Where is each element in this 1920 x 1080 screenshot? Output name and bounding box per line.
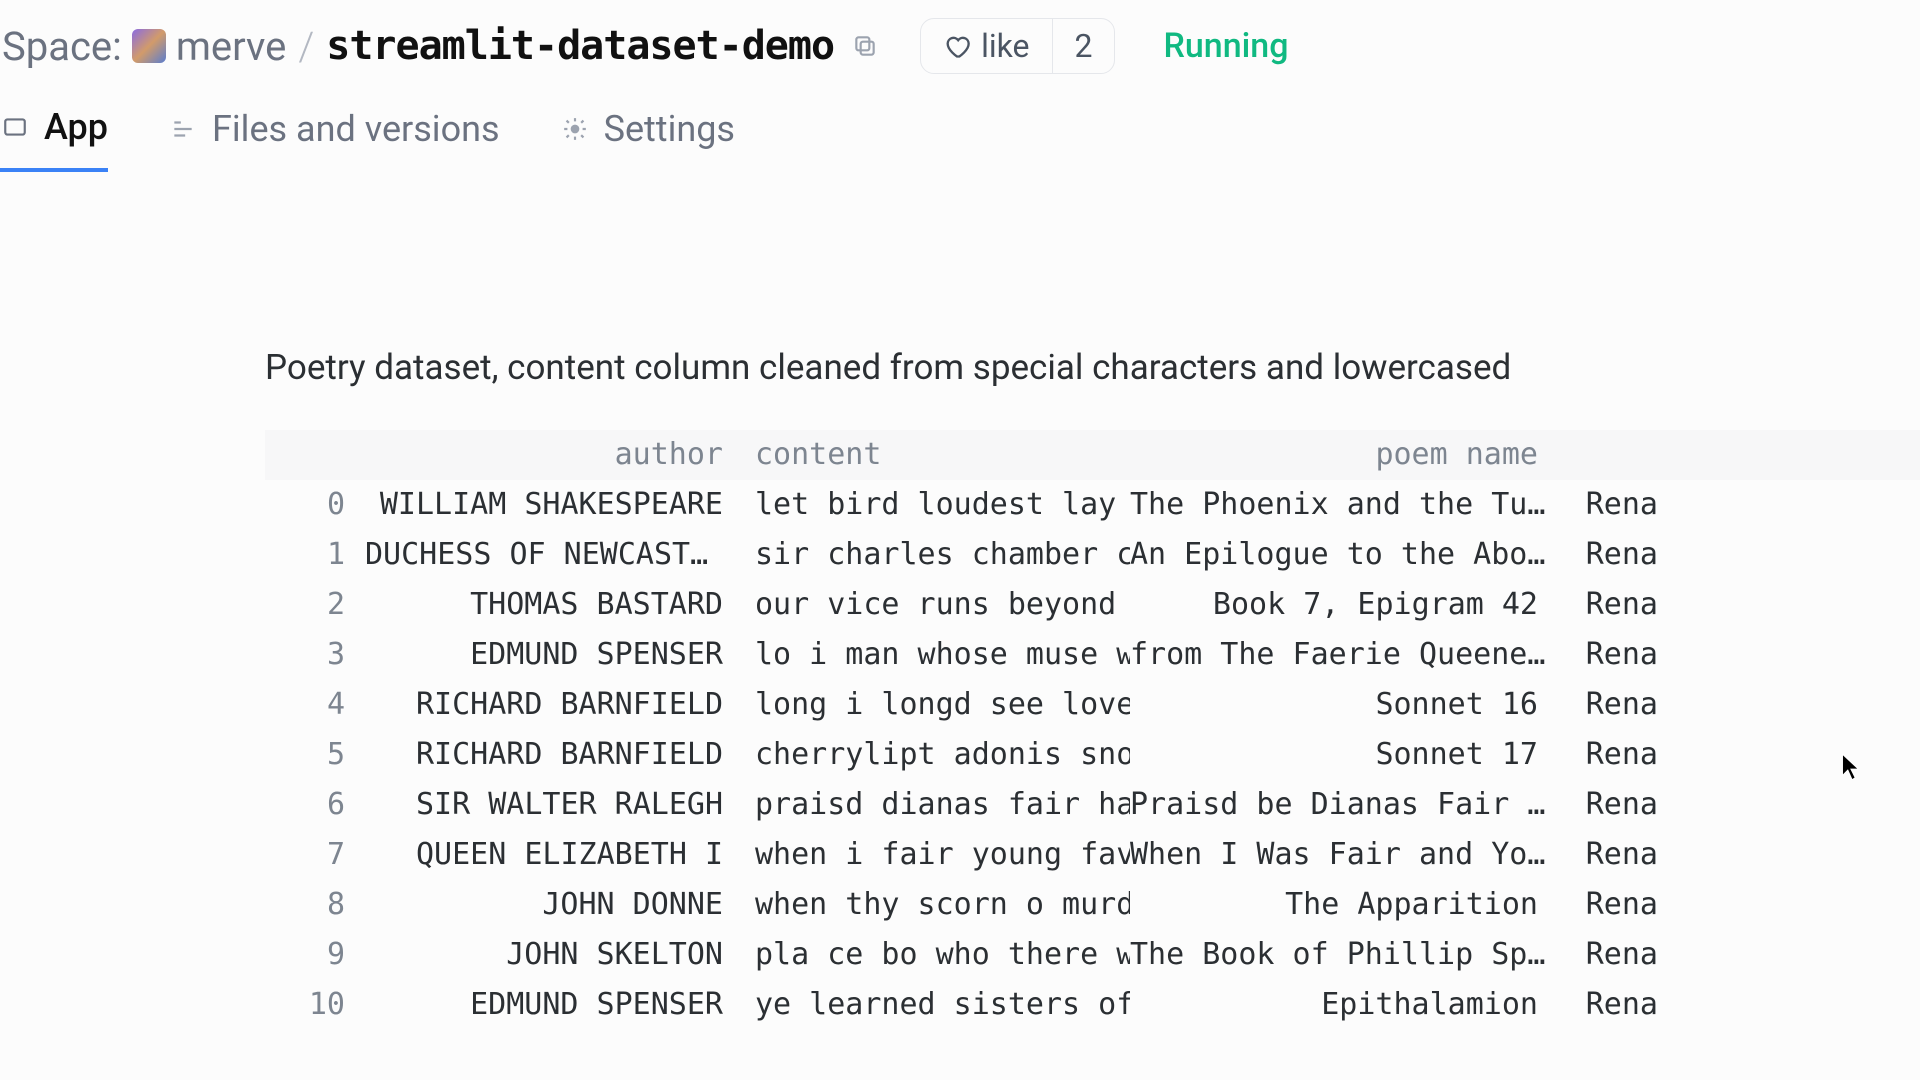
path-separator: /	[296, 23, 316, 70]
cell-author[interactable]: RICHARD BARNFIELD	[365, 730, 735, 780]
cell-content[interactable]: when thy scorn o murdr…	[735, 880, 1130, 930]
col-tail-header	[1550, 430, 1670, 480]
row-index: 1	[265, 530, 365, 580]
row-index: 2	[265, 580, 365, 630]
space-header: Space: merve / streamlit-dataset-demo li…	[0, 0, 1920, 88]
cell-tail[interactable]: Rena	[1550, 480, 1670, 530]
cell-poem[interactable]: An Epilogue to the Abo…	[1130, 530, 1550, 580]
gear-icon	[560, 114, 590, 144]
cell-content[interactable]: sir charles chamber co…	[735, 530, 1130, 580]
table-row[interactable]: 4RICHARD BARNFIELDlong i longd see love …	[265, 680, 1920, 730]
table-row[interactable]: 10EDMUND SPENSERye learned sisters oft…E…	[265, 980, 1920, 1030]
cell-content[interactable]: lo i man whose muse wh…	[735, 630, 1130, 680]
cell-tail[interactable]: Rena	[1550, 730, 1670, 780]
heart-icon	[943, 32, 971, 60]
tabs: App Files and versions Settings	[0, 88, 1920, 172]
cell-tail[interactable]: Rena	[1550, 880, 1670, 930]
cell-author[interactable]: QUEEN ELIZABETH I	[365, 830, 735, 880]
cell-author[interactable]: EDMUND SPENSER	[365, 630, 735, 680]
dataframe[interactable]: . author content poem name 0WILLIAM SHAK…	[265, 430, 1920, 1030]
tab-app[interactable]: App	[0, 106, 108, 172]
table-row[interactable]: 5RICHARD BARNFIELDcherrylipt adonis snow…	[265, 730, 1920, 780]
row-index: 5	[265, 730, 365, 780]
cell-tail[interactable]: Rena	[1550, 930, 1670, 980]
row-index: 0	[265, 480, 365, 530]
cell-author[interactable]: JOHN DONNE	[365, 880, 735, 930]
tab-settings-label: Settings	[604, 108, 735, 150]
cell-author[interactable]: EDMUND SPENSER	[365, 980, 735, 1030]
row-index: 4	[265, 680, 365, 730]
like-box: like 2	[920, 18, 1115, 74]
tab-files[interactable]: Files and versions	[168, 108, 500, 170]
files-icon	[168, 114, 198, 144]
cell-content[interactable]: long i longd see love …	[735, 680, 1130, 730]
table-row[interactable]: 7QUEEN ELIZABETH Iwhen i fair young favo…	[265, 830, 1920, 880]
copy-icon[interactable]	[850, 31, 880, 61]
owner-link[interactable]: merve	[176, 23, 287, 70]
cell-author[interactable]: WILLIAM SHAKESPEARE	[365, 480, 735, 530]
cell-content[interactable]: let bird loudest lay o…	[735, 480, 1130, 530]
dataframe-header: . author content poem name	[265, 430, 1920, 480]
cell-content[interactable]: cherrylipt adonis snow…	[735, 730, 1130, 780]
row-index: 8	[265, 880, 365, 930]
cell-author[interactable]: THOMAS BASTARD	[365, 580, 735, 630]
cell-poem[interactable]: Sonnet 17	[1130, 730, 1550, 780]
cell-tail[interactable]: Rena	[1550, 580, 1670, 630]
cell-author[interactable]: JOHN SKELTON	[365, 930, 735, 980]
table-row[interactable]: 1DUCHESS OF NEWCASTLE …sir charles chamb…	[265, 530, 1920, 580]
cell-poem[interactable]: The Book of Phillip Sp…	[1130, 930, 1550, 980]
like-label: like	[981, 27, 1029, 65]
cell-tail[interactable]: Rena	[1550, 780, 1670, 830]
cell-poem[interactable]: The Phoenix and the Tu…	[1130, 480, 1550, 530]
owner-avatar[interactable]	[132, 29, 166, 63]
tab-app-label: App	[44, 106, 108, 148]
cell-poem[interactable]: Sonnet 16	[1130, 680, 1550, 730]
app-content: Poetry dataset, content column cleaned f…	[0, 172, 1920, 1030]
space-label: Space:	[2, 23, 122, 70]
cell-poem[interactable]: When I Was Fair and Yo…	[1130, 830, 1550, 880]
cell-content[interactable]: praisd dianas fair har…	[735, 780, 1130, 830]
tab-files-label: Files and versions	[212, 108, 500, 150]
row-index: 10	[265, 980, 365, 1030]
app-icon	[0, 112, 30, 142]
cell-tail[interactable]: Rena	[1550, 630, 1670, 680]
cell-tail[interactable]: Rena	[1550, 980, 1670, 1030]
table-row[interactable]: 3EDMUND SPENSERlo i man whose muse wh…fr…	[265, 630, 1920, 680]
repo-name[interactable]: streamlit-dataset-demo	[326, 23, 834, 69]
row-index: 7	[265, 830, 365, 880]
table-row[interactable]: 0WILLIAM SHAKESPEARElet bird loudest lay…	[265, 480, 1920, 530]
cell-tail[interactable]: Rena	[1550, 680, 1670, 730]
table-row[interactable]: 9JOHN SKELTONpla ce bo who there wh…The …	[265, 930, 1920, 980]
row-index: 6	[265, 780, 365, 830]
like-count[interactable]: 2	[1052, 19, 1115, 73]
cell-poem[interactable]: from The Faerie Queene…	[1130, 630, 1550, 680]
cell-tail[interactable]: Rena	[1550, 830, 1670, 880]
cell-poem[interactable]: Epithalamion	[1130, 980, 1550, 1030]
col-author-header[interactable]: author	[365, 430, 735, 480]
like-button[interactable]: like	[921, 19, 1051, 73]
col-content-header[interactable]: content	[735, 430, 1130, 480]
cell-content[interactable]: when i fair young favo…	[735, 830, 1130, 880]
cell-poem[interactable]: Praisd be Dianas Fair …	[1130, 780, 1550, 830]
cell-content[interactable]: our vice runs beyond o…	[735, 580, 1130, 630]
cell-author[interactable]: SIR WALTER RALEGH	[365, 780, 735, 830]
table-row[interactable]: 2THOMAS BASTARDour vice runs beyond o…Bo…	[265, 580, 1920, 630]
cell-content[interactable]: ye learned sisters oft…	[735, 980, 1130, 1030]
cell-poem[interactable]: Book 7, Epigram 42	[1130, 580, 1550, 630]
cell-author[interactable]: RICHARD BARNFIELD	[365, 680, 735, 730]
row-index: 3	[265, 630, 365, 680]
cell-content[interactable]: pla ce bo who there wh…	[735, 930, 1130, 980]
cell-tail[interactable]: Rena	[1550, 530, 1670, 580]
tab-settings[interactable]: Settings	[560, 108, 735, 170]
status-running: Running	[1163, 26, 1288, 66]
cell-author[interactable]: DUCHESS OF NEWCASTLE …	[365, 530, 735, 580]
cell-poem[interactable]: The Apparition	[1130, 880, 1550, 930]
row-index: 9	[265, 930, 365, 980]
table-row[interactable]: 8JOHN DONNEwhen thy scorn o murdr…The Ap…	[265, 880, 1920, 930]
dataset-caption: Poetry dataset, content column cleaned f…	[265, 347, 1920, 388]
table-row[interactable]: 6SIR WALTER RALEGHpraisd dianas fair har…	[265, 780, 1920, 830]
col-poem-header[interactable]: poem name	[1130, 430, 1550, 480]
